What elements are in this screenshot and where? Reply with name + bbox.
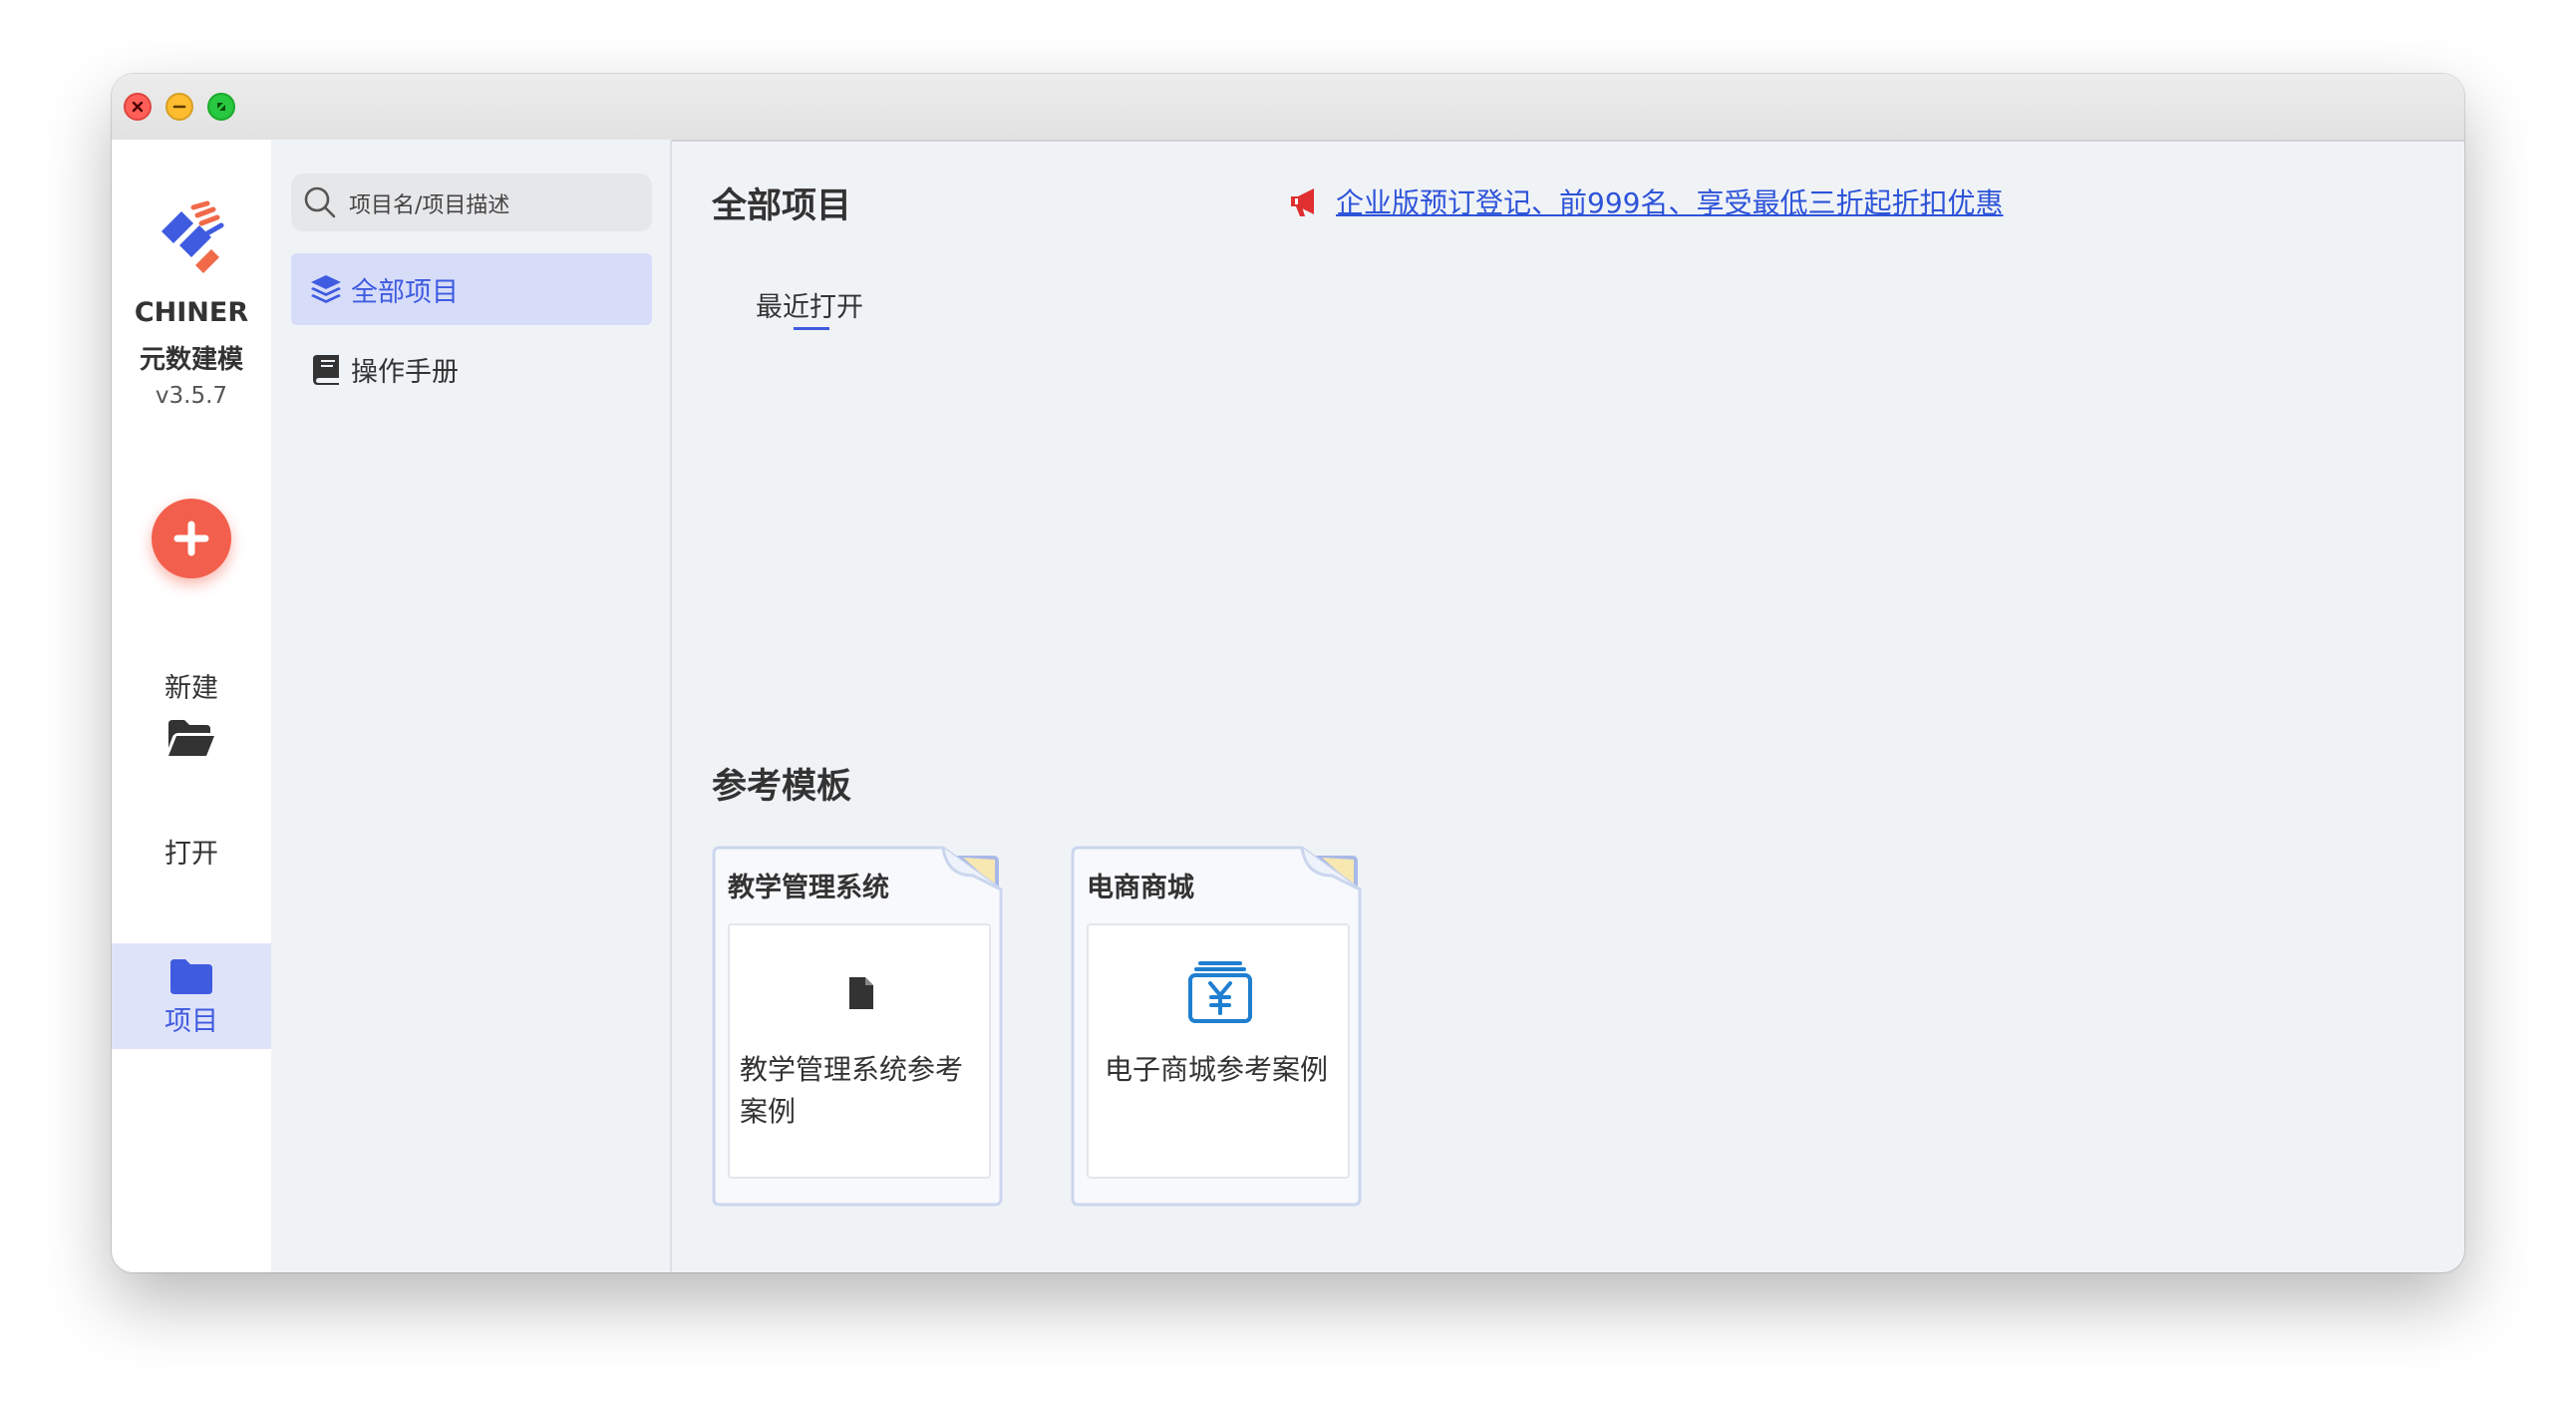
folder-icon[interactable] — [168, 957, 214, 995]
rail-item-projects-label[interactable]: 项目 — [112, 999, 271, 1038]
tab-recent[interactable]: 最近打开 — [756, 285, 863, 324]
templates-title: 参考模板 — [712, 767, 852, 807]
close-button[interactable] — [124, 93, 152, 121]
close-icon — [132, 101, 144, 113]
layers-icon — [311, 275, 341, 303]
app-logo — [150, 195, 233, 279]
search-input[interactable]: 项目名/项目描述 — [291, 174, 652, 231]
template-card-teaching[interactable]: 教学管理系统 教学管理系统参考案例 — [712, 846, 1005, 1209]
left-rail: CHINER 元数建模 v3.5.7 新建 打开 项目 — [112, 140, 271, 1272]
promo-link[interactable]: 企业版预订登记、前999名、享受最低三折起折扣优惠 — [1336, 181, 2003, 221]
tab-active-indicator — [794, 327, 829, 330]
sidebar-item-manual[interactable]: 操作手册 — [291, 333, 652, 405]
new-project-label[interactable]: 新建 — [112, 666, 271, 705]
sidebar-item-label: 全部项目 — [351, 276, 459, 308]
plus-icon — [173, 521, 209, 556]
sidebar-item-label: 操作手册 — [351, 356, 459, 388]
template-title: 电商商城 — [1087, 873, 1194, 903]
page-title: 全部项目 — [712, 186, 852, 226]
zoom-button[interactable] — [207, 93, 235, 121]
megaphone-icon — [1291, 188, 1314, 216]
template-body: 教学管理系统参考案例 — [728, 923, 991, 1179]
app-window: CHINER 元数建模 v3.5.7 新建 打开 项目 项目名/项目描述 全部项… — [112, 74, 2464, 1272]
template-body: 电子商城参考案例 — [1087, 923, 1350, 1179]
folder-open-icon[interactable] — [166, 718, 216, 758]
template-description: 教学管理系统参考案例 — [740, 1053, 964, 1128]
app-subtitle: 元数建模 — [139, 345, 243, 375]
template-title: 教学管理系统 — [728, 873, 889, 903]
search-placeholder: 项目名/项目描述 — [349, 193, 510, 218]
minimize-button[interactable] — [165, 93, 193, 121]
open-project-label[interactable]: 打开 — [112, 832, 271, 871]
search-icon — [304, 186, 336, 218]
template-description: 电子商城参考案例 — [1105, 1053, 1329, 1086]
new-project-button[interactable] — [152, 499, 231, 578]
template-card-ecommerce[interactable]: 电商商城 电子商城参考案例 — [1071, 846, 1364, 1209]
minimize-icon — [172, 105, 186, 109]
book-icon — [313, 355, 339, 385]
promo-banner[interactable]: 企业版预订登记、前999名、享受最低三折起折扣优惠 — [1288, 181, 2003, 221]
sidebar-item-all-projects[interactable]: 全部项目 — [291, 253, 652, 325]
document-icon — [849, 977, 873, 1009]
app-version: v3.5.7 — [155, 383, 228, 409]
app-name: CHINER — [134, 297, 249, 328]
project-sidebar: 项目名/项目描述 全部项目 操作手册 — [271, 140, 672, 1272]
title-bar — [112, 74, 2464, 142]
zoom-icon — [217, 103, 225, 111]
main-content: 全部项目 企业版预订登记、前999名、享受最低三折起折扣优惠 最近打开 参考模板… — [672, 140, 2464, 1272]
cash-register-icon — [1188, 961, 1252, 1023]
